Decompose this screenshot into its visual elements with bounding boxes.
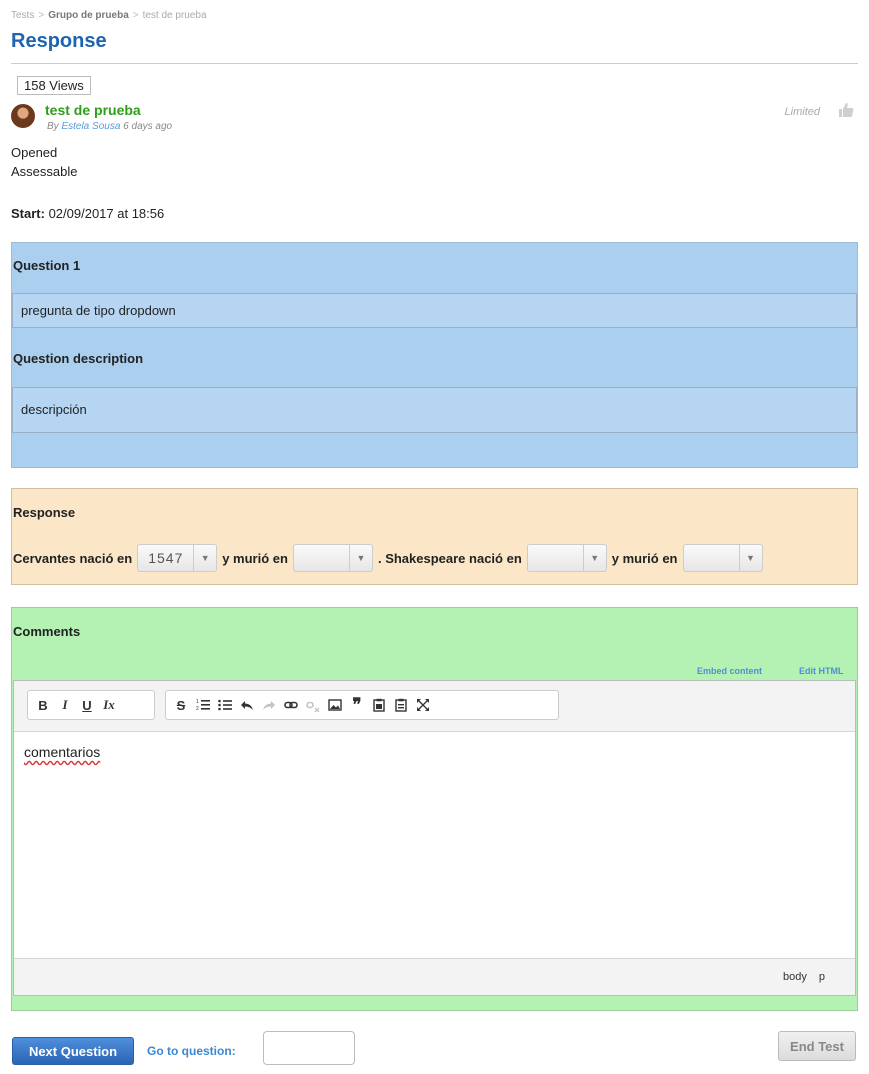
breadcrumb-item-group[interactable]: Grupo de prueba — [48, 10, 129, 21]
chevron-down-icon: ▼ — [738, 545, 762, 571]
response-text-3: . Shakespeare nació en — [377, 550, 522, 566]
chevron-down-icon: ▼ — [348, 545, 372, 571]
question-panel: Question 1 pregunta de tipo dropdown Que… — [11, 242, 858, 468]
author-link[interactable]: Estela Sousa — [61, 121, 120, 132]
go-to-question-input[interactable] — [263, 1031, 355, 1065]
paste-text-icon[interactable] — [390, 694, 412, 716]
svg-text:1: 1 — [196, 699, 199, 705]
unlink-icon[interactable] — [302, 694, 324, 716]
rich-text-editor: B I U Ix S 12 ❞ comentarios body p — [13, 680, 856, 996]
response-panel: Response Cervantes nació en 1547 ▼ y mur… — [11, 488, 858, 585]
bulleted-list-icon[interactable] — [214, 694, 236, 716]
start-label: Start: — [11, 206, 45, 221]
post-title[interactable]: test de prueba — [45, 102, 141, 118]
limited-label: Limited — [784, 106, 820, 118]
question-heading: Question 1 — [13, 258, 81, 273]
by-prefix: By — [47, 121, 59, 132]
comments-panel: Comments Embed content Edit HTML B I U I… — [11, 607, 858, 1011]
chevron-down-icon: ▼ — [193, 545, 216, 571]
breadcrumb-item-tests[interactable]: Tests — [11, 10, 34, 21]
editor-status-bar: body p — [14, 958, 855, 995]
edit-html-link[interactable]: Edit HTML — [799, 666, 844, 676]
status-opened: Opened — [11, 145, 58, 160]
author-avatar[interactable] — [11, 104, 35, 128]
remove-format-button[interactable]: Ix — [98, 694, 120, 716]
breadcrumb: Tests > Grupo de prueba > test de prueba — [11, 10, 207, 21]
start-value: 02/09/2017 at 18:56 — [48, 206, 165, 221]
editor-content[interactable]: comentarios — [24, 744, 100, 760]
status-assessable: Assessable — [11, 164, 78, 179]
thumbs-up-icon[interactable] — [838, 102, 854, 118]
question-description-box: descripción — [12, 387, 857, 433]
redo-icon[interactable] — [258, 694, 280, 716]
toolbar-group-advanced: S 12 ❞ — [165, 690, 559, 720]
breadcrumb-separator: > — [38, 10, 45, 21]
path-item-p[interactable]: p — [819, 971, 825, 983]
numbered-list-icon[interactable]: 12 — [192, 694, 214, 716]
strikethrough-button[interactable]: S — [170, 694, 192, 716]
dropdown-select-3[interactable]: ▼ — [526, 544, 607, 572]
svg-text:2: 2 — [196, 706, 199, 712]
undo-icon[interactable] — [236, 694, 258, 716]
views-badge: 158 Views — [17, 76, 91, 95]
paste-icon[interactable] — [368, 694, 390, 716]
path-item-body[interactable]: body — [783, 971, 807, 983]
editor-toolbar: B I U Ix S 12 ❞ — [14, 681, 855, 732]
question-text: pregunta de tipo dropdown — [21, 303, 176, 318]
blockquote-icon[interactable]: ❞ — [346, 694, 368, 716]
response-text-1: Cervantes nació en — [13, 550, 133, 566]
dropdown-select-1[interactable]: 1547 ▼ — [137, 544, 218, 572]
maximize-icon[interactable] — [412, 694, 434, 716]
image-icon[interactable] — [324, 694, 346, 716]
title-divider — [11, 63, 858, 64]
response-sentence: Cervantes nació en 1547 ▼ y murió en ▼ .… — [13, 543, 768, 573]
question-text-box: pregunta de tipo dropdown — [12, 293, 857, 328]
go-to-question-label: Go to question: — [147, 1044, 236, 1058]
dropdown-value: 1547 — [148, 550, 184, 566]
post-time: 6 days ago — [123, 121, 173, 132]
breadcrumb-separator: > — [132, 10, 139, 21]
dropdown-select-4[interactable]: ▼ — [682, 544, 763, 572]
link-icon[interactable] — [280, 694, 302, 716]
response-text-4: y murió en — [611, 550, 678, 566]
underline-button[interactable]: U — [76, 694, 98, 716]
end-test-button[interactable]: End Test — [778, 1031, 856, 1061]
breadcrumb-item-test: test de prueba — [142, 10, 207, 21]
next-question-button[interactable]: Next Question — [12, 1037, 134, 1065]
start-info: Start: 02/09/2017 at 18:56 — [11, 206, 164, 221]
response-text-2: y murió en — [222, 550, 288, 566]
post-meta: By Estela Sousa 6 days ago — [47, 121, 172, 132]
bold-button[interactable]: B — [32, 694, 54, 716]
question-description: descripción — [21, 402, 87, 417]
italic-button[interactable]: I — [54, 694, 76, 716]
toolbar-group-basic: B I U Ix — [27, 690, 155, 720]
question-description-heading: Question description — [13, 351, 144, 366]
comments-heading: Comments — [13, 624, 81, 639]
chevron-down-icon: ▼ — [582, 545, 606, 571]
dropdown-select-2[interactable]: ▼ — [292, 544, 373, 572]
element-path: body p — [771, 971, 825, 983]
page-title: Response — [11, 30, 107, 52]
response-heading: Response — [13, 505, 76, 520]
embed-content-link[interactable]: Embed content — [697, 666, 762, 676]
